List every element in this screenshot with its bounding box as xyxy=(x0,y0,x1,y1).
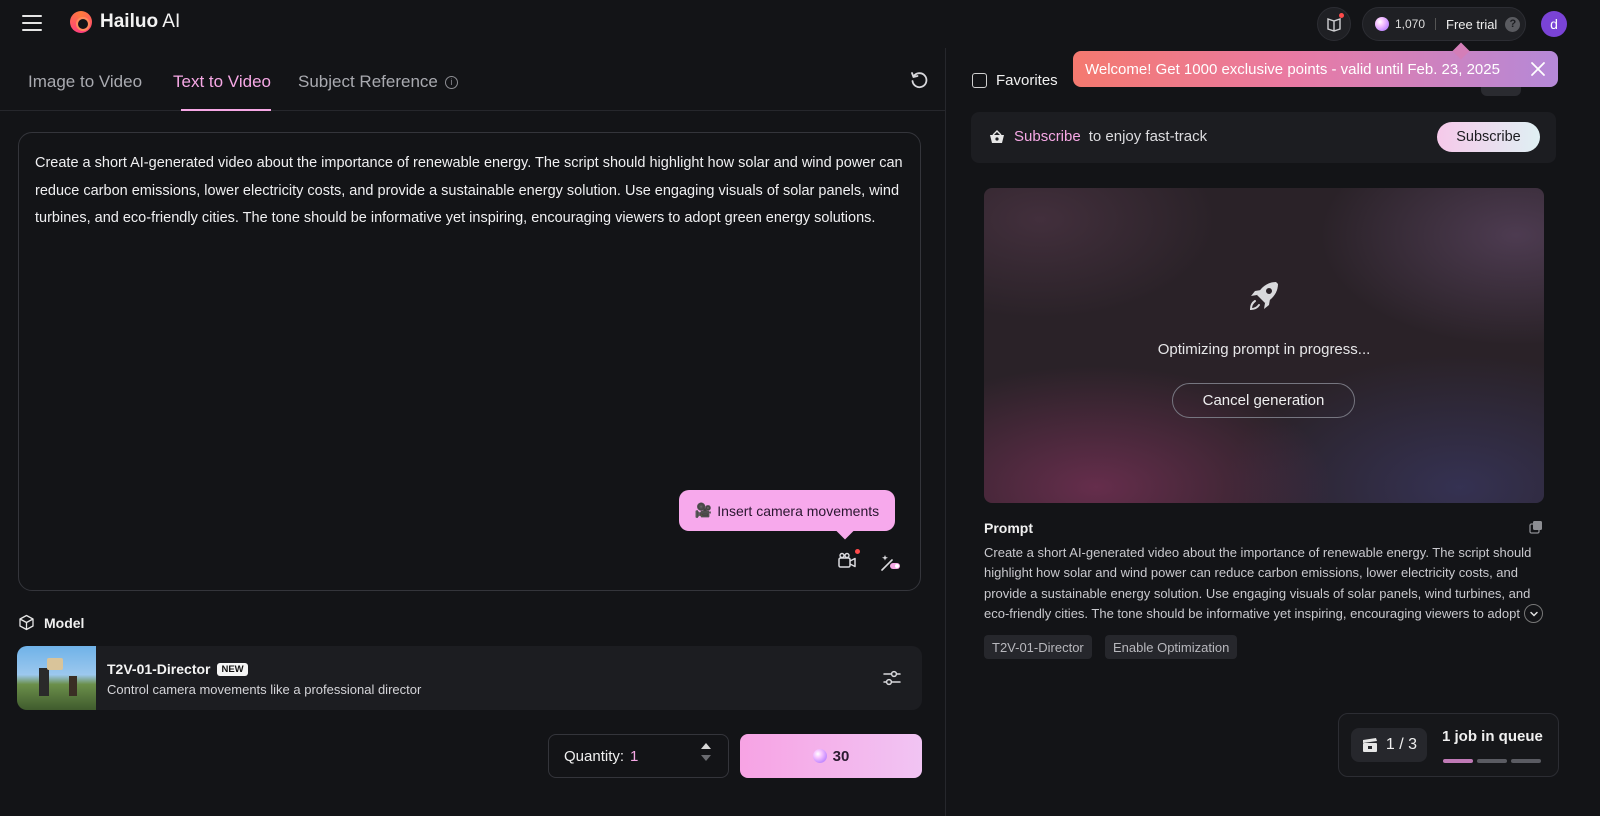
free-trial-label: Free trial xyxy=(1446,16,1498,32)
model-name-text: T2V-01-Director xyxy=(107,661,211,677)
left-panel: Image to Video Text to Video Subject Ref… xyxy=(0,48,946,816)
quantity-stepper[interactable]: Quantity: 1 xyxy=(548,734,729,778)
queue-bar xyxy=(1511,759,1541,763)
subscribe-link[interactable]: Subscribe xyxy=(1014,128,1081,145)
rocket-icon xyxy=(1249,282,1278,311)
increase-arrow-icon[interactable] xyxy=(701,743,711,749)
brand-name: Hailuo AI xyxy=(100,11,181,32)
mode-tabs: Image to Video Text to Video Subject Ref… xyxy=(0,48,946,111)
prompt-enhance-button[interactable] xyxy=(879,551,901,573)
menu-icon[interactable] xyxy=(22,15,42,33)
cancel-generation-button[interactable]: Cancel generation xyxy=(1172,383,1355,418)
cube-icon xyxy=(19,614,34,631)
tab-subject-reference[interactable]: Subject Reference i xyxy=(298,72,458,92)
gem-icon xyxy=(812,749,827,763)
prompt-text[interactable]: Create a short AI-generated video about … xyxy=(35,150,915,233)
queue-widget[interactable]: 1 / 3 1 job in queue xyxy=(1338,713,1559,777)
queue-count-text: 1 / 3 xyxy=(1385,736,1418,753)
prompt-textarea[interactable]: Create a short AI-generated video about … xyxy=(18,132,921,591)
book-icon xyxy=(1327,18,1341,32)
tab-image-to-video[interactable]: Image to Video xyxy=(28,72,142,92)
generate-cost: 30 xyxy=(832,747,850,765)
prompt-heading: Prompt xyxy=(984,520,1033,536)
camera-movements-tooltip: 🎥 Insert camera movements xyxy=(679,490,895,531)
points-count: 1,070 xyxy=(1395,17,1426,31)
copy-icon[interactable] xyxy=(1529,520,1543,534)
magic-wand-icon xyxy=(881,555,900,571)
info-icon[interactable]: i xyxy=(444,75,458,89)
favorites-label: Favorites xyxy=(996,72,1058,89)
hailuo-logo-icon xyxy=(70,11,92,33)
right-panel: Favorites Welcome! Get 1000 exclusive po… xyxy=(947,48,1600,816)
model-description: Control camera movements like a professi… xyxy=(107,682,422,697)
welcome-toast: Welcome! Get 1000 exclusive points - val… xyxy=(1073,51,1558,87)
queue-bar xyxy=(1443,759,1473,763)
divider xyxy=(1435,18,1437,30)
generation-preview: Optimizing prompt in progress... Cancel … xyxy=(984,188,1544,503)
prompt-preview-text: Create a short AI-generated video about … xyxy=(984,545,1532,621)
tag-optimization: Enable Optimization xyxy=(1105,635,1238,659)
queue-count: 1 / 3 xyxy=(1351,728,1427,762)
subscribe-banner: Subscribe to enjoy fast-track Subscribe xyxy=(971,112,1556,163)
status-text: Optimizing prompt in progress... xyxy=(1157,341,1371,358)
camera-notification-dot xyxy=(855,549,860,554)
tab-subject-reference-label: Subject Reference xyxy=(298,72,438,91)
quantity-arrows xyxy=(701,743,711,761)
favorites-checkbox[interactable] xyxy=(972,73,987,88)
subscribe-rest: to enjoy fast-track xyxy=(1088,128,1208,145)
sliders-icon[interactable] xyxy=(882,668,902,688)
quantity-label: Quantity: xyxy=(564,747,625,765)
subscribe-text: Subscribe to enjoy fast-track xyxy=(988,128,1207,145)
active-tab-indicator xyxy=(181,109,271,111)
queue-status: 1 job in queue xyxy=(1442,728,1543,745)
points-pill[interactable]: 1,070 Free trial ? xyxy=(1362,7,1526,41)
camera-icon xyxy=(838,552,856,568)
subscribe-button[interactable]: Subscribe xyxy=(1437,122,1540,152)
new-badge: NEW xyxy=(217,662,248,676)
user-avatar[interactable]: d xyxy=(1541,11,1567,37)
brand-logo[interactable]: Hailuo AI xyxy=(70,11,180,33)
generate-button[interactable]: 30 xyxy=(740,734,922,778)
quantity-value[interactable]: 1 xyxy=(630,748,638,765)
close-icon[interactable] xyxy=(1528,59,1548,79)
refresh-icon[interactable] xyxy=(909,70,929,90)
tooltip-label: Insert camera movements xyxy=(717,502,880,519)
docs-book-button[interactable] xyxy=(1317,7,1351,41)
top-bar: Hailuo AI 1,070 Free trial ? d xyxy=(0,0,1600,48)
tag-model: T2V-01-Director xyxy=(984,635,1092,659)
toast-message: Welcome! Get 1000 exclusive points - val… xyxy=(1085,60,1500,78)
tab-text-to-video[interactable]: Text to Video xyxy=(173,72,271,92)
model-selector-card[interactable]: T2V-01-Director NEW Control camera moveme… xyxy=(17,646,922,710)
queue-bar xyxy=(1477,759,1507,763)
decrease-arrow-icon[interactable] xyxy=(701,755,711,761)
camera-movement-button[interactable] xyxy=(837,549,860,573)
model-thumbnail xyxy=(17,646,96,710)
gem-icon xyxy=(1375,17,1389,31)
expand-prompt-button[interactable] xyxy=(1524,604,1543,623)
favorites-filter[interactable]: Favorites xyxy=(972,72,1058,89)
model-name: T2V-01-Director NEW xyxy=(107,661,248,677)
crown-basket-icon xyxy=(990,129,1004,143)
help-icon[interactable]: ? xyxy=(1505,16,1521,32)
queue-progress xyxy=(1443,759,1541,763)
chevron-down-icon xyxy=(1529,611,1538,617)
notification-dot xyxy=(1339,13,1344,18)
model-section-label: Model xyxy=(18,614,84,631)
camera-emoji-icon: 🎥 xyxy=(694,502,713,518)
clapperboard-icon xyxy=(1362,738,1377,752)
model-label-text: Model xyxy=(44,614,85,631)
